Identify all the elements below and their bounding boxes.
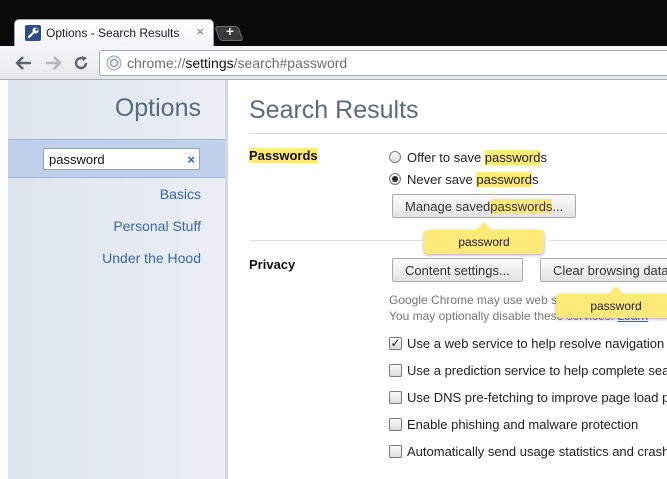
sidebar-item-personal-stuff[interactable]: Personal Stuff (113, 218, 201, 234)
sidebar-title: Options (114, 94, 201, 122)
never-save-label: Never save passwords (407, 171, 539, 187)
address-bar[interactable]: chrome://settings/search#password (99, 50, 667, 76)
option-label: Enable phishing and malware protection (407, 416, 639, 432)
sidebar-item-under-the-hood[interactable]: Under the Hood (102, 250, 201, 266)
option-phishing-protection[interactable]: Enable phishing and malware protection (389, 415, 638, 433)
never-save-radio[interactable]: Never save passwords (389, 170, 539, 188)
back-button[interactable] (14, 53, 34, 73)
privacy-section-title: Privacy (249, 257, 296, 272)
page-icon (106, 55, 122, 71)
option-label: Use DNS pre-fetching to improve page loa… (407, 389, 667, 405)
section-divider-right (549, 240, 667, 241)
tab-title: Options - Search Results (46, 26, 180, 40)
plus-icon[interactable]: + (223, 23, 237, 39)
section-divider-left (249, 240, 424, 241)
wrench-icon (25, 25, 41, 41)
checkbox[interactable] (389, 363, 402, 377)
offer-to-save-label: Offer to save passwords (407, 149, 547, 165)
sidebar-divider (225, 80, 228, 479)
toolbar: chrome://settings/search#password (0, 46, 667, 80)
tab-options[interactable]: Options - Search Results × (14, 19, 214, 47)
checkbox[interactable] (389, 444, 402, 458)
reload-icon (74, 56, 88, 70)
search-highlight-bubble-2: password (556, 286, 667, 318)
clear-browsing-data-button[interactable]: Clear browsing data (540, 258, 667, 282)
option-label: Use a web service to help resolve naviga… (407, 335, 667, 351)
radio-button-selected[interactable] (389, 173, 401, 185)
sidebar: Options password × Basics Personal Stuff… (8, 80, 225, 479)
reload-button[interactable] (71, 53, 91, 73)
search-highlight-bubble: password (424, 222, 544, 254)
page-title: Search Results (249, 96, 419, 124)
clear-search-icon[interactable]: × (187, 152, 195, 167)
forward-arrow-icon (46, 56, 62, 70)
sidebar-search-row: password × (8, 139, 225, 178)
passwords-section-title: Passwords (249, 148, 318, 163)
title-divider (249, 133, 667, 134)
tab-strip: Options - Search Results × + (0, 0, 667, 47)
option-prediction-service[interactable]: Use a prediction service to help complet… (389, 361, 667, 379)
option-label: Automatically send usage statistics and … (407, 443, 667, 459)
option-label: Use a prediction service to help complet… (407, 362, 667, 378)
back-arrow-icon (15, 56, 31, 70)
url-text: chrome://settings/search#password (127, 55, 348, 71)
content-settings-button[interactable]: Content settings... (392, 258, 523, 282)
manage-saved-passwords-button[interactable]: Manage saved passwords... (392, 194, 577, 218)
forward-button[interactable] (43, 53, 63, 73)
checkbox-checked[interactable]: ✓ (389, 336, 402, 350)
sidebar-item-basics[interactable]: Basics (160, 186, 201, 202)
checkbox[interactable] (389, 417, 402, 431)
search-input-value: password (49, 152, 105, 167)
radio-button[interactable] (389, 151, 401, 163)
option-dns-prefetch[interactable]: Use DNS pre-fetching to improve page loa… (389, 388, 667, 406)
settings-page: Options password × Basics Personal Stuff… (0, 80, 667, 479)
checkbox[interactable] (389, 390, 402, 404)
option-usage-statistics[interactable]: Automatically send usage statistics and … (389, 442, 667, 460)
option-web-service[interactable]: ✓ Use a web service to help resolve navi… (389, 334, 667, 352)
tab-close-icon[interactable]: × (196, 24, 204, 39)
offer-to-save-radio[interactable]: Offer to save passwords (389, 148, 547, 166)
search-input[interactable]: password × (43, 148, 200, 170)
